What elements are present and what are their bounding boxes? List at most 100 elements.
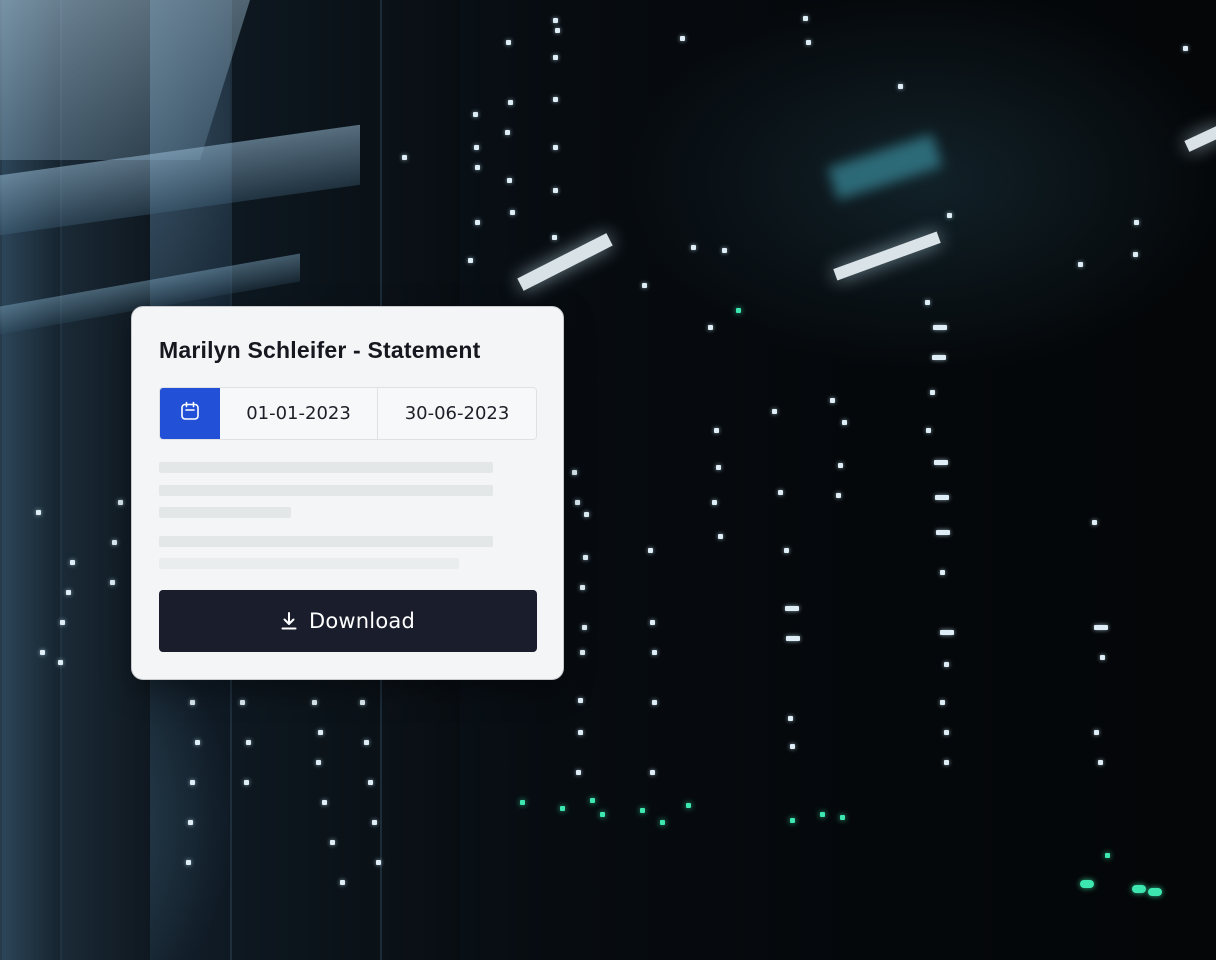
server-led	[316, 760, 321, 765]
server-led	[66, 590, 71, 595]
server-led	[580, 585, 585, 590]
server-led	[925, 300, 930, 305]
server-led	[642, 283, 647, 288]
server-led	[784, 548, 789, 553]
server-led	[1132, 885, 1146, 893]
server-led	[110, 580, 115, 585]
server-led	[947, 213, 952, 218]
server-led	[940, 630, 954, 635]
server-led	[680, 36, 685, 41]
server-led	[190, 700, 195, 705]
server-led	[944, 760, 949, 765]
server-led	[1098, 760, 1103, 765]
server-led	[806, 40, 811, 45]
server-led	[1133, 252, 1138, 257]
server-led	[935, 495, 949, 500]
server-led	[944, 662, 949, 667]
server-led	[578, 698, 583, 703]
server-led	[70, 560, 75, 565]
server-led	[1094, 625, 1108, 630]
server-led	[318, 730, 323, 735]
server-led	[578, 730, 583, 735]
server-led	[712, 500, 717, 505]
server-led	[590, 798, 595, 803]
server-led	[830, 398, 835, 403]
server-led	[118, 500, 123, 505]
statement-title: Marilyn Schleifer - Statement	[159, 337, 481, 363]
server-led	[190, 780, 195, 785]
server-led	[944, 730, 949, 735]
server-led	[364, 740, 369, 745]
server-led	[648, 548, 653, 553]
server-led	[1183, 46, 1188, 51]
server-led	[714, 428, 719, 433]
server-led	[520, 800, 525, 805]
server-led	[842, 420, 847, 425]
server-led	[1080, 880, 1094, 888]
server-led	[372, 820, 377, 825]
server-led	[584, 512, 589, 517]
server-led	[840, 815, 845, 820]
end-date-field[interactable]: 30-06-2023	[378, 388, 536, 439]
server-led	[934, 460, 948, 465]
server-led	[933, 325, 947, 330]
server-led	[736, 308, 741, 313]
server-led	[474, 145, 479, 150]
server-led	[722, 248, 727, 253]
server-led	[790, 818, 795, 823]
server-led	[376, 860, 381, 865]
server-led	[582, 625, 587, 630]
download-button[interactable]: Download	[159, 590, 537, 652]
ceiling-light	[517, 233, 613, 291]
server-led	[360, 700, 365, 705]
server-led	[36, 510, 41, 515]
server-led	[475, 165, 480, 170]
server-led	[930, 390, 935, 395]
server-led	[553, 145, 558, 150]
content-placeholder-line	[159, 536, 493, 547]
server-led	[1148, 888, 1162, 896]
server-led	[788, 716, 793, 721]
server-led	[786, 636, 800, 641]
server-led	[553, 97, 558, 102]
server-led	[1094, 730, 1099, 735]
server-led	[246, 740, 251, 745]
server-led	[772, 409, 777, 414]
server-led	[718, 534, 723, 539]
ceiling-light	[1184, 124, 1216, 152]
start-date-field[interactable]: 01-01-2023	[220, 388, 378, 439]
statement-card: Marilyn Schleifer - Statement 01-01-2023…	[131, 306, 564, 680]
server-led	[836, 493, 841, 498]
ceiling-light	[833, 231, 941, 281]
server-led	[820, 812, 825, 817]
server-led	[553, 18, 558, 23]
server-led	[1100, 655, 1105, 660]
server-led	[1078, 262, 1083, 267]
calendar-button[interactable]	[160, 388, 220, 439]
server-led	[640, 808, 645, 813]
download-label: Download	[309, 609, 415, 633]
server-led	[936, 530, 950, 535]
server-led	[652, 700, 657, 705]
content-placeholder-line	[159, 558, 459, 569]
server-led	[572, 470, 577, 475]
server-led	[940, 570, 945, 575]
server-led	[555, 28, 560, 33]
server-led	[778, 490, 783, 495]
server-led	[58, 660, 63, 665]
server-led	[1105, 853, 1110, 858]
server-led	[188, 820, 193, 825]
server-led	[508, 100, 513, 105]
date-range-picker[interactable]: 01-01-2023 30-06-2023	[159, 387, 537, 440]
server-led	[652, 650, 657, 655]
server-led	[40, 650, 45, 655]
server-led	[576, 770, 581, 775]
server-led	[112, 540, 117, 545]
server-led	[510, 210, 515, 215]
server-led	[660, 820, 665, 825]
server-led	[790, 744, 795, 749]
server-led	[505, 130, 510, 135]
server-led	[803, 16, 808, 21]
server-led	[600, 812, 605, 817]
server-led	[932, 355, 946, 360]
